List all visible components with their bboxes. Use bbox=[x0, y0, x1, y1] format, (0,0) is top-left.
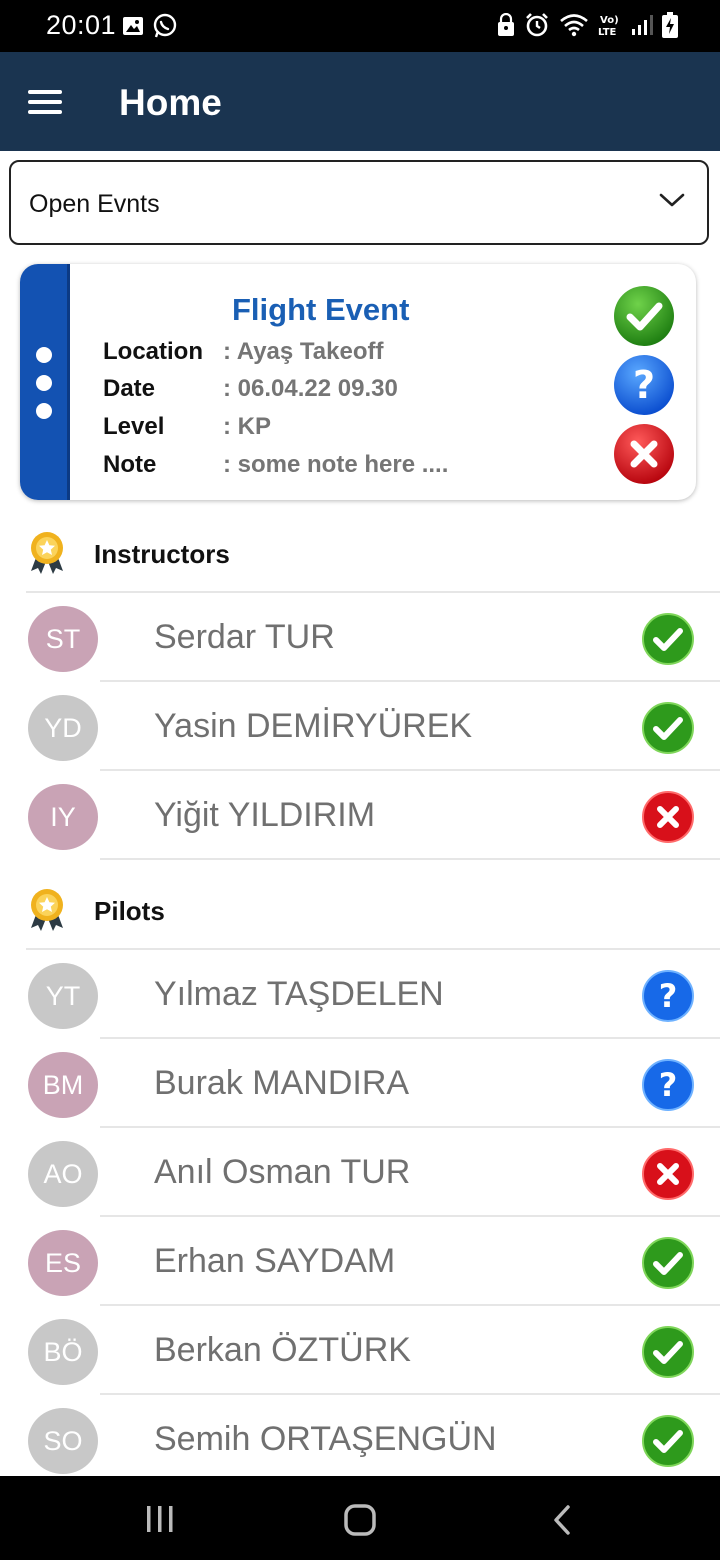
battery-charging-icon bbox=[662, 12, 678, 38]
detail-value-level: : KP bbox=[223, 413, 271, 440]
pending-question-icon: ? bbox=[642, 1059, 694, 1111]
person-row[interactable]: BM Burak MANDIRA ? bbox=[0, 1039, 720, 1128]
maybe-button[interactable]: ? bbox=[613, 354, 675, 416]
wifi-icon bbox=[560, 14, 588, 37]
accepted-check-icon bbox=[642, 1415, 694, 1467]
menu-icon[interactable] bbox=[28, 90, 62, 114]
person-row[interactable]: ST Serdar TUR bbox=[0, 593, 720, 682]
person-name: Anıl Osman TUR bbox=[154, 1153, 411, 1191]
avatar: AO bbox=[28, 1141, 98, 1207]
accepted-check-icon bbox=[642, 1326, 694, 1378]
person-name: Yılmaz TAŞDELEN bbox=[154, 975, 444, 1013]
detail-label-location: Location bbox=[103, 338, 203, 365]
signal-icon bbox=[632, 15, 653, 35]
person-row[interactable]: ES Erhan SAYDAM bbox=[0, 1217, 720, 1306]
strip-dot bbox=[36, 403, 52, 419]
avatar: SO bbox=[28, 1408, 98, 1474]
volte-icon: Vo) LTE bbox=[598, 15, 619, 38]
section-title: Instructors bbox=[94, 539, 230, 569]
avatar: ES bbox=[28, 1230, 98, 1296]
event-filter-dropdown[interactable]: Open Evnts bbox=[9, 160, 709, 245]
lock-icon bbox=[498, 13, 514, 36]
app-bar: Home bbox=[0, 52, 720, 151]
person-name: Semih ORTAŞENGÜN bbox=[154, 1420, 497, 1458]
status-time: 20:01 bbox=[46, 10, 117, 40]
accepted-check-icon bbox=[642, 702, 694, 754]
person-row[interactable]: BÖ Berkan ÖZTÜRK bbox=[0, 1306, 720, 1395]
person-row[interactable]: SO Semih ORTAŞENGÜN bbox=[0, 1395, 720, 1484]
section-title: Pilots bbox=[94, 896, 165, 926]
svg-text:?: ? bbox=[633, 363, 655, 407]
person-name: Serdar TUR bbox=[154, 618, 335, 656]
system-nav-bar bbox=[0, 1476, 720, 1560]
avatar: ST bbox=[28, 606, 98, 672]
detail-value-date: : 06.04.22 09.30 bbox=[223, 375, 398, 402]
svg-text:?: ? bbox=[659, 977, 678, 1015]
gallery-notification-icon bbox=[123, 17, 143, 35]
person-name: Berkan ÖZTÜRK bbox=[154, 1331, 411, 1369]
person-name: Burak MANDIRA bbox=[154, 1064, 410, 1102]
avatar: YT bbox=[28, 963, 98, 1029]
accepted-check-icon bbox=[642, 613, 694, 665]
page-title: Home bbox=[119, 82, 222, 123]
card-accent-strip bbox=[20, 264, 70, 500]
declined-x-icon bbox=[642, 1148, 694, 1200]
whatsapp-notification-icon bbox=[153, 13, 177, 38]
avatar: BM bbox=[28, 1052, 98, 1118]
svg-text:Vo): Vo) bbox=[600, 15, 619, 26]
event-title: Flight Event bbox=[232, 292, 410, 327]
detail-label-note: Note bbox=[103, 451, 157, 478]
recent-apps-icon[interactable] bbox=[144, 1504, 176, 1534]
pending-question-icon: ? bbox=[642, 970, 694, 1022]
svg-text:LTE: LTE bbox=[598, 27, 617, 38]
avatar: IY bbox=[28, 784, 98, 850]
person-name: Erhan SAYDAM bbox=[154, 1242, 396, 1280]
accepted-check-icon bbox=[642, 1237, 694, 1289]
detail-value-note: : some note here .... bbox=[223, 451, 449, 478]
svg-text:?: ? bbox=[659, 1066, 678, 1104]
award-badge-icon bbox=[31, 532, 63, 574]
event-card[interactable]: Flight Event Location : Ayaş Takeoff Dat… bbox=[20, 264, 696, 500]
person-row[interactable]: IY Yiğit YILDIRIM bbox=[0, 771, 720, 860]
section-header-pilots: Pilots bbox=[0, 860, 720, 950]
back-icon[interactable] bbox=[550, 1504, 574, 1536]
detail-label-date: Date bbox=[103, 375, 156, 402]
status-bar: 20:01 Vo) LTE bbox=[0, 0, 720, 52]
dropdown-selected-value: Open Evnts bbox=[29, 190, 160, 218]
strip-dot bbox=[36, 347, 52, 363]
alarm-icon bbox=[526, 13, 548, 37]
person-name: Yiğit YILDIRIM bbox=[154, 796, 376, 834]
person-row[interactable]: YD Yasin DEMİRYÜREK bbox=[0, 682, 720, 771]
decline-button[interactable] bbox=[613, 423, 675, 485]
detail-value-location: : Ayaş Takeoff bbox=[223, 338, 384, 365]
award-badge-icon bbox=[31, 889, 63, 931]
accept-button[interactable] bbox=[613, 285, 675, 347]
section-header-instructors: Instructors bbox=[0, 503, 720, 593]
person-row[interactable]: AO Anıl Osman TUR bbox=[0, 1128, 720, 1217]
avatar: YD bbox=[28, 695, 98, 761]
person-row[interactable]: YT Yılmaz TAŞDELEN ? bbox=[0, 950, 720, 1039]
avatar: BÖ bbox=[28, 1319, 98, 1385]
detail-label-level: Level bbox=[103, 413, 165, 440]
person-name: Yasin DEMİRYÜREK bbox=[154, 707, 473, 745]
strip-dot bbox=[36, 375, 52, 391]
home-icon[interactable] bbox=[343, 1504, 377, 1536]
declined-x-icon bbox=[642, 791, 694, 843]
chevron-down-icon bbox=[659, 193, 685, 207]
